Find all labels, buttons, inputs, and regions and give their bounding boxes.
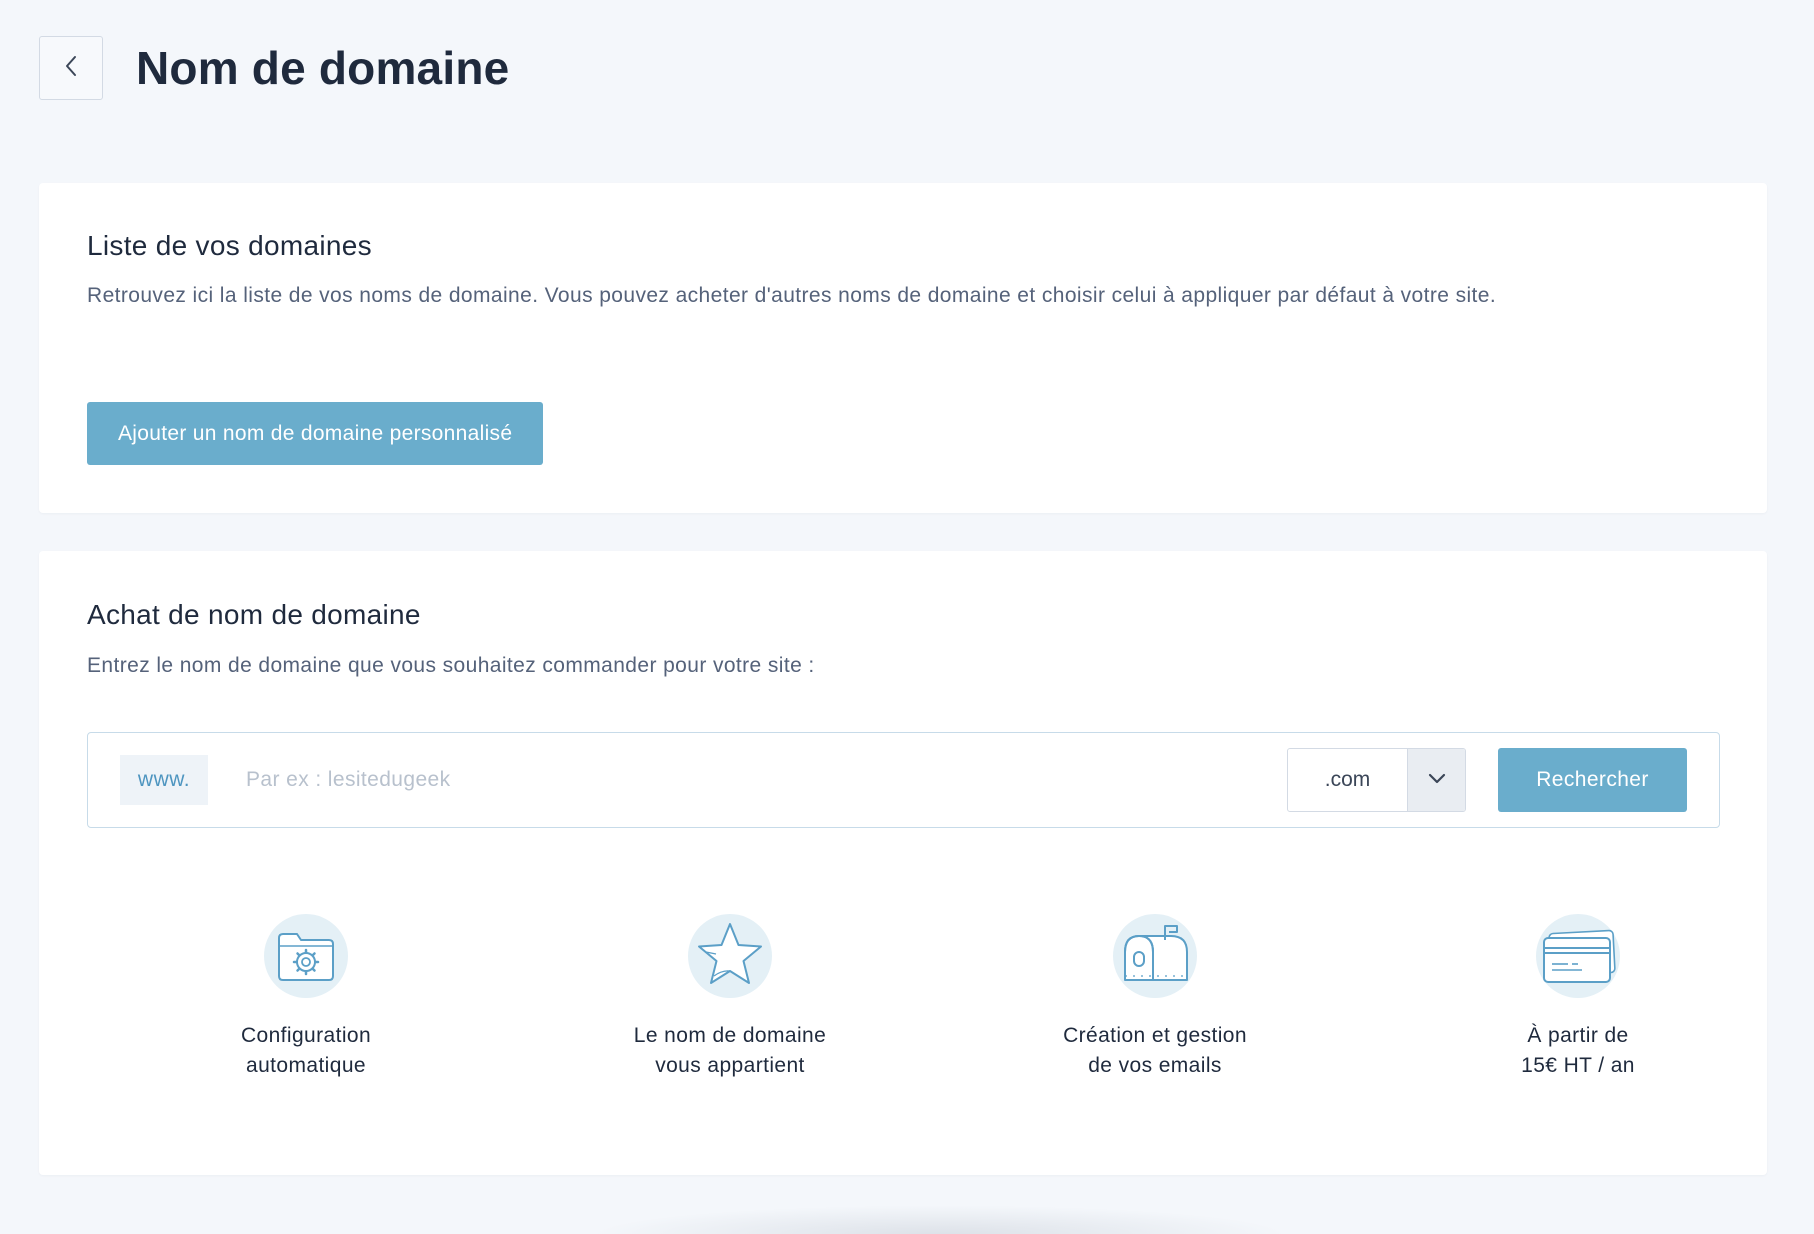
domains-list-card: Liste de vos domaines Retrouvez ici la l… xyxy=(39,183,1767,513)
mailbox-icon xyxy=(1113,914,1197,998)
feature-line: de vos emails xyxy=(1088,1054,1222,1077)
domain-purchase-description: Entrez le nom de domaine que vous souhai… xyxy=(87,654,815,677)
feature-line: Configuration xyxy=(240,1024,372,1047)
feature-domain-ownership-text: Le nom de domaine vous appartient xyxy=(634,1021,826,1081)
bottom-shadow xyxy=(590,1205,1290,1234)
domain-name-input[interactable] xyxy=(246,755,1246,805)
feature-line: automatique xyxy=(246,1054,366,1077)
chevron-left-icon xyxy=(63,54,79,83)
domain-search-bar: www. .com Rechercher xyxy=(87,732,1720,828)
chevron-down-icon xyxy=(1427,771,1447,790)
domain-purchase-title: Achat de nom de domaine xyxy=(87,599,421,630)
feature-pricing-text: À partir de 15€ HT / an xyxy=(1521,1021,1635,1081)
page: Nom de domaine Liste de vos domaines Ret… xyxy=(0,0,1814,1234)
domains-list-description: Retrouvez ici la liste de vos noms de do… xyxy=(87,284,1497,307)
domains-list-title: Liste de vos domaines xyxy=(87,230,372,261)
feature-line: À partir de xyxy=(1527,1024,1629,1047)
tld-select[interactable]: .com xyxy=(1287,748,1466,812)
tld-selected-value: .com xyxy=(1324,768,1371,791)
feature-auto-config: Configuration automatique xyxy=(156,914,456,1081)
page-header: Nom de domaine xyxy=(39,36,509,100)
page-title: Nom de domaine xyxy=(136,42,510,94)
feature-pricing: À partir de 15€ HT / an xyxy=(1428,914,1728,1081)
tld-dropdown-toggle[interactable] xyxy=(1407,749,1465,811)
www-prefix: www. xyxy=(120,755,208,805)
feature-domain-ownership: Le nom de domaine vous appartient xyxy=(580,914,880,1081)
folder-gear-icon xyxy=(264,914,348,998)
credit-card-icon xyxy=(1536,914,1620,998)
feature-emails-text: Création et gestion de vos emails xyxy=(1063,1021,1247,1081)
back-button[interactable] xyxy=(39,36,103,100)
feature-line: Création et gestion xyxy=(1063,1024,1247,1047)
feature-line: Le nom de domaine xyxy=(633,1024,827,1047)
feature-auto-config-text: Configuration automatique xyxy=(241,1021,371,1081)
feature-emails: Création et gestion de vos emails xyxy=(1005,914,1305,1081)
star-icon xyxy=(688,914,772,998)
feature-line: vous appartient xyxy=(655,1054,805,1077)
feature-line: 15€ HT / an xyxy=(1521,1054,1635,1077)
domain-purchase-card: Achat de nom de domaine Entrez le nom de… xyxy=(39,551,1767,1175)
search-button[interactable]: Rechercher xyxy=(1498,748,1687,812)
add-custom-domain-button[interactable]: Ajouter un nom de domaine personnalisé xyxy=(87,402,544,465)
